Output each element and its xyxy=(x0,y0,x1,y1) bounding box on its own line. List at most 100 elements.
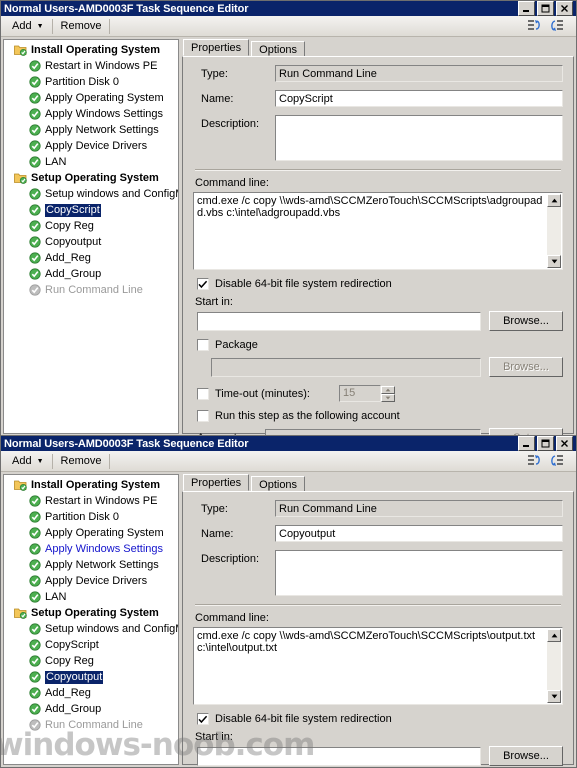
tree-step-setup-windows-and-configmgr[interactable]: Setup windows and ConfigMgr xyxy=(4,186,178,202)
stepper-down-icon[interactable] xyxy=(381,393,395,402)
tree-step-lan[interactable]: LAN xyxy=(4,154,178,170)
add-menu-button[interactable]: Add ▼ xyxy=(7,452,49,471)
remove-button[interactable]: Remove xyxy=(56,452,107,471)
tree-step-copyscript[interactable]: CopyScript xyxy=(4,202,178,218)
tree-item-label: Copy Reg xyxy=(45,654,94,667)
description-input[interactable] xyxy=(275,550,563,596)
tree-step-copy-reg[interactable]: Copy Reg xyxy=(4,218,178,234)
start-in-browse-button[interactable]: Browse... xyxy=(489,746,563,766)
task-sequence-editor-window-2: Normal Users-AMD0003F Task Sequence Edit… xyxy=(0,435,577,768)
folder-icon xyxy=(14,479,27,492)
tree-step-add-reg[interactable]: Add_Reg xyxy=(4,250,178,266)
tree-step-copyoutput[interactable]: Copyoutput xyxy=(4,669,178,685)
name-label: Name: xyxy=(201,93,234,105)
tree-step-partition-disk-0[interactable]: Partition Disk 0 xyxy=(4,74,178,90)
command-line-scrollbar[interactable] xyxy=(547,194,561,268)
start-in-browse-button[interactable]: Browse... xyxy=(489,311,563,331)
remove-button[interactable]: Remove xyxy=(56,17,107,36)
tree-step-run-command-line[interactable]: Run Command Line xyxy=(4,717,178,733)
close-button[interactable] xyxy=(556,1,573,16)
command-line-input[interactable]: cmd.exe /c copy \\wds-amd\SCCMZeroTouch\… xyxy=(193,192,563,270)
tab-options[interactable]: Options xyxy=(251,476,306,491)
command-line-scrollbar[interactable] xyxy=(547,629,561,703)
tab-options[interactable]: Options xyxy=(251,41,306,56)
maximize-button[interactable] xyxy=(537,1,554,16)
tree-item-label: Add_Group xyxy=(45,267,102,280)
tree-item-label: Apply Device Drivers xyxy=(45,139,148,152)
scroll-up-icon[interactable] xyxy=(547,194,561,207)
move-up-icon[interactable] xyxy=(526,453,542,469)
disable-redirection-row[interactable]: Disable 64-bit file system redirection xyxy=(197,713,563,725)
timeout-stepper-buttons[interactable] xyxy=(381,385,395,402)
tree-step-run-command-line[interactable]: Run Command Line xyxy=(4,282,178,298)
tree-step-apply-network-settings[interactable]: Apply Network Settings xyxy=(4,557,178,573)
maximize-button[interactable] xyxy=(537,436,554,451)
chevron-down-icon: ▼ xyxy=(36,457,44,465)
tree-step-add-group[interactable]: Add_Group xyxy=(4,701,178,717)
task-sequence-tree-1[interactable]: Install Operating System Restart in Windo… xyxy=(3,39,179,434)
tree-group-setup-operating-system[interactable]: Setup Operating System xyxy=(4,170,178,186)
stepper-up-icon[interactable] xyxy=(381,385,395,394)
tree-step-apply-operating-system[interactable]: Apply Operating System xyxy=(4,90,178,106)
minimize-button[interactable] xyxy=(518,1,535,16)
start-in-input[interactable] xyxy=(197,746,481,766)
tree-step-add-group[interactable]: Add_Group xyxy=(4,266,178,282)
tree-step-copy-reg[interactable]: Copy Reg xyxy=(4,653,178,669)
timeout-stepper[interactable]: 15 xyxy=(339,385,395,402)
run-as-row[interactable]: Run this step as the following account xyxy=(197,410,563,422)
tree-step-apply-device-drivers[interactable]: Apply Device Drivers xyxy=(4,138,178,154)
add-menu-button[interactable]: Add ▼ xyxy=(7,17,49,36)
scroll-up-icon[interactable] xyxy=(547,629,561,642)
command-line-label: Command line: xyxy=(195,177,269,189)
toolbar-separator xyxy=(51,18,53,34)
move-up-icon[interactable] xyxy=(526,18,542,34)
start-in-row: Browse... xyxy=(197,746,563,766)
tree-step-apply-operating-system[interactable]: Apply Operating System xyxy=(4,525,178,541)
minimize-button[interactable] xyxy=(518,436,535,451)
tree-item-label: CopyScript xyxy=(45,203,101,217)
tree-step-restart-in-windows-pe[interactable]: Restart in Windows PE xyxy=(4,493,178,509)
tree-step-restart-in-windows-pe[interactable]: Restart in Windows PE xyxy=(4,58,178,74)
tree-step-copyoutput[interactable]: Copyoutput xyxy=(4,234,178,250)
task-sequence-tree-2[interactable]: Install Operating System Restart in Windo… xyxy=(3,474,179,765)
start-in-input[interactable] xyxy=(197,311,481,331)
tree-step-apply-windows-settings[interactable]: Apply Windows Settings xyxy=(4,106,178,122)
run-as-checkbox[interactable] xyxy=(197,410,209,422)
package-checkbox[interactable] xyxy=(197,339,209,351)
tree-group-setup-operating-system[interactable]: Setup Operating System xyxy=(4,605,178,621)
disable-redirection-checkbox[interactable] xyxy=(197,278,209,290)
package-row[interactable]: Package xyxy=(197,339,563,351)
start-in-label: Start in: xyxy=(195,296,233,308)
scroll-down-icon[interactable] xyxy=(547,690,561,703)
tree-item-label: Partition Disk 0 xyxy=(45,75,119,88)
check-icon xyxy=(28,495,41,508)
tab-properties[interactable]: Properties xyxy=(183,474,250,491)
tree-step-apply-windows-settings[interactable]: Apply Windows Settings xyxy=(4,541,178,557)
toolbar: Add ▼ Remove xyxy=(1,451,576,472)
name-input[interactable]: Copyoutput xyxy=(275,525,563,542)
check-icon xyxy=(28,108,41,121)
tab-properties[interactable]: Properties xyxy=(183,39,250,56)
move-down-icon[interactable] xyxy=(548,18,564,34)
timeout-checkbox[interactable] xyxy=(197,387,209,400)
name-input[interactable]: CopyScript xyxy=(275,90,563,107)
close-button[interactable] xyxy=(556,436,573,451)
move-down-icon[interactable] xyxy=(548,453,564,469)
tree-step-copyscript[interactable]: CopyScript xyxy=(4,637,178,653)
scroll-down-icon[interactable] xyxy=(547,255,561,268)
tree-item-label: Run Command Line xyxy=(45,718,143,731)
tree-step-add-reg[interactable]: Add_Reg xyxy=(4,685,178,701)
tree-step-setup-windows-and-configmgr[interactable]: Setup windows and ConfigMgr xyxy=(4,621,178,637)
properties-tab-body-2: Type: Run Command Line Name: Copyoutput … xyxy=(182,491,574,766)
command-line-input[interactable]: cmd.exe /c copy \\wds-amd\SCCMZeroTouch\… xyxy=(193,627,563,705)
tree-group-install-operating-system[interactable]: Install Operating System xyxy=(4,477,178,493)
tree-step-apply-device-drivers[interactable]: Apply Device Drivers xyxy=(4,573,178,589)
description-input[interactable] xyxy=(275,115,563,161)
tree-step-partition-disk-0[interactable]: Partition Disk 0 xyxy=(4,509,178,525)
tree-step-lan[interactable]: LAN xyxy=(4,589,178,605)
disable-redirection-checkbox[interactable] xyxy=(197,713,209,725)
timeout-row[interactable]: Time-out (minutes): 15 xyxy=(197,385,563,402)
disable-redirection-row[interactable]: Disable 64-bit file system redirection xyxy=(197,278,563,290)
tree-step-apply-network-settings[interactable]: Apply Network Settings xyxy=(4,122,178,138)
tree-group-install-operating-system[interactable]: Install Operating System xyxy=(4,42,178,58)
